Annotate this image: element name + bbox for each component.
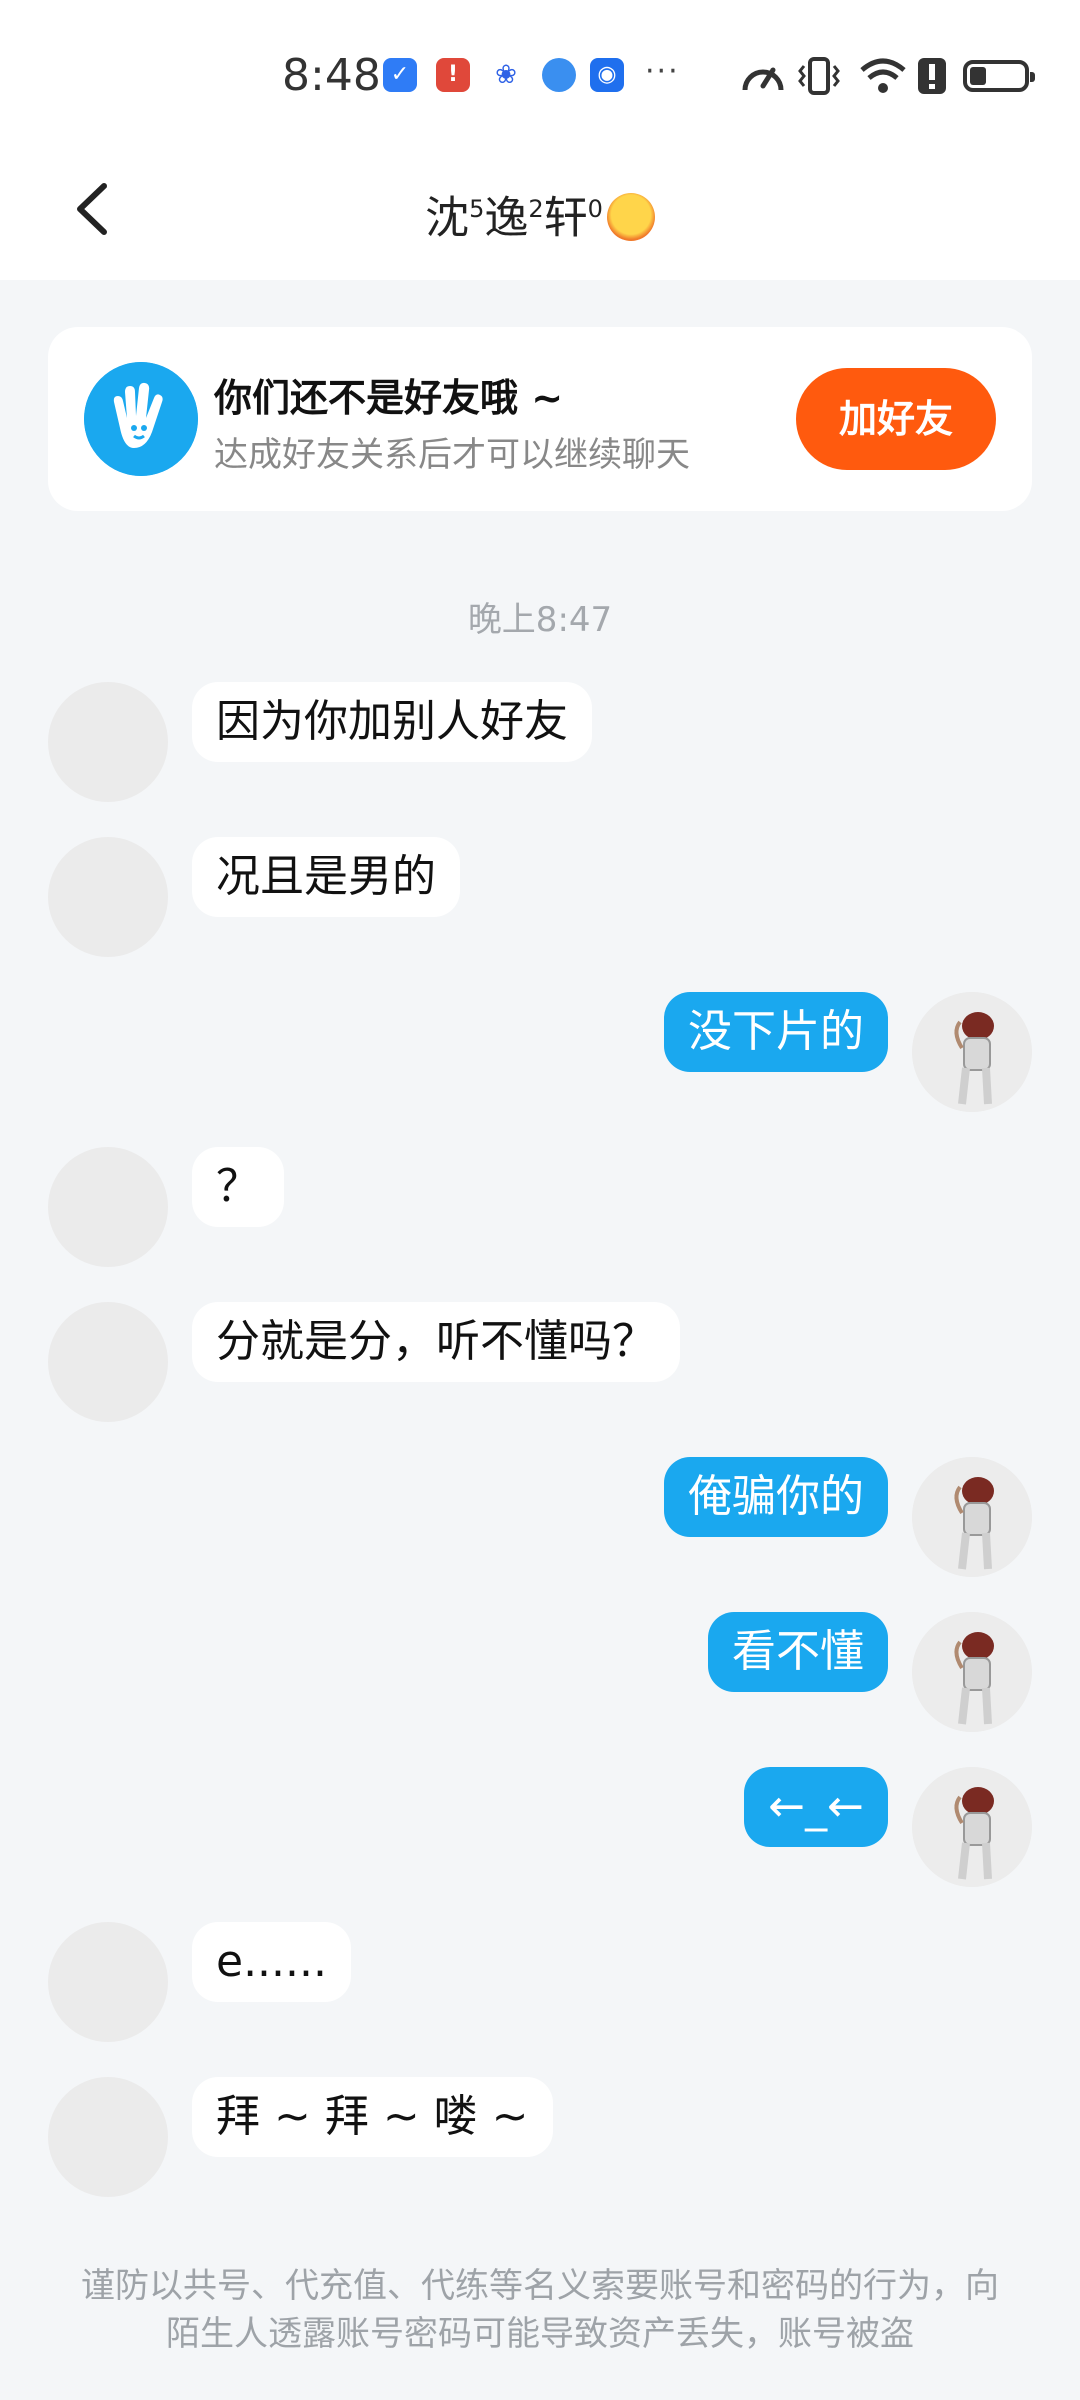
security-notice: 谨防以共号、代充值、代练等名义索要账号和密码的行为，向陌生人透露账号密码可能导致…	[81, 2266, 999, 2354]
contact-avatar[interactable]	[48, 837, 168, 957]
vibrate-icon	[798, 57, 840, 95]
message-row: 分就是分，听不懂吗？	[0, 1302, 1080, 1422]
contact-avatar[interactable]	[48, 1147, 168, 1267]
status-time: 8:48	[282, 50, 381, 101]
message-row: ？	[0, 1147, 1080, 1267]
alert-app-icon: !	[436, 58, 470, 92]
my-avatar[interactable]	[912, 1457, 1032, 1577]
outgoing-message[interactable]: 没下片的	[664, 992, 888, 1072]
shield-app-icon: ✓	[383, 58, 417, 92]
battery-icon	[963, 60, 1035, 92]
add-friend-button[interactable]: 加好友	[796, 368, 996, 470]
my-avatar[interactable]	[912, 992, 1032, 1112]
incoming-message[interactable]: e......	[192, 1922, 351, 2002]
alert-icon	[918, 58, 946, 94]
incoming-message[interactable]: 因为你加别人好友	[192, 682, 592, 762]
outgoing-message[interactable]: ←_←	[744, 1767, 888, 1847]
sphere-app-icon	[542, 58, 576, 92]
message-row: 没下片的	[0, 992, 1080, 1112]
wifi-icon	[860, 58, 906, 93]
chat-title: 沈5逸2轩0	[0, 174, 1080, 254]
status-bar: 8:48 ✓ ! ❀ ◉ ···	[0, 0, 1080, 150]
message-row: 俺骗你的	[0, 1457, 1080, 1577]
more-notifications-icon: ···	[645, 54, 680, 89]
outgoing-message[interactable]: 看不懂	[708, 1612, 888, 1692]
hot-face-emoji-icon	[606, 192, 655, 241]
not-friends-subtitle: 达成好友关系后才可以继续聊天	[214, 435, 690, 475]
not-friends-title: 你们还不是好友哦 ~	[214, 376, 564, 420]
incoming-message[interactable]: 分就是分，听不懂吗？	[192, 1302, 680, 1382]
my-avatar[interactable]	[912, 1612, 1032, 1732]
contact-avatar[interactable]	[48, 1922, 168, 2042]
waving-hand-icon	[84, 362, 198, 476]
message-row: 况且是男的	[0, 837, 1080, 957]
message-row: 拜 ~ 拜 ~ 喽 ~	[0, 2077, 1080, 2197]
speedometer-icon	[742, 67, 784, 91]
chat-timestamp: 晚上8:47	[467, 600, 613, 640]
contact-avatar[interactable]	[48, 682, 168, 802]
incoming-message[interactable]: 拜 ~ 拜 ~ 喽 ~	[192, 2077, 553, 2157]
message-row: 看不懂	[0, 1612, 1080, 1732]
message-row: ←_←	[0, 1767, 1080, 1887]
outgoing-message[interactable]: 俺骗你的	[664, 1457, 888, 1537]
bulb-app-icon: ◉	[590, 58, 624, 92]
message-row: e......	[0, 1922, 1080, 2042]
incoming-message[interactable]: ？	[192, 1147, 284, 1227]
incoming-message[interactable]: 况且是男的	[192, 837, 460, 917]
message-row: 因为你加别人好友	[0, 682, 1080, 802]
paw-app-icon: ❀	[489, 58, 523, 92]
my-avatar[interactable]	[912, 1767, 1032, 1887]
chat-header: 沈5逸2轩0	[0, 150, 1080, 280]
not-friends-card: 你们还不是好友哦 ~ 达成好友关系后才可以继续聊天 加好友	[48, 327, 1032, 511]
contact-avatar[interactable]	[48, 1302, 168, 1422]
contact-avatar[interactable]	[48, 2077, 168, 2197]
